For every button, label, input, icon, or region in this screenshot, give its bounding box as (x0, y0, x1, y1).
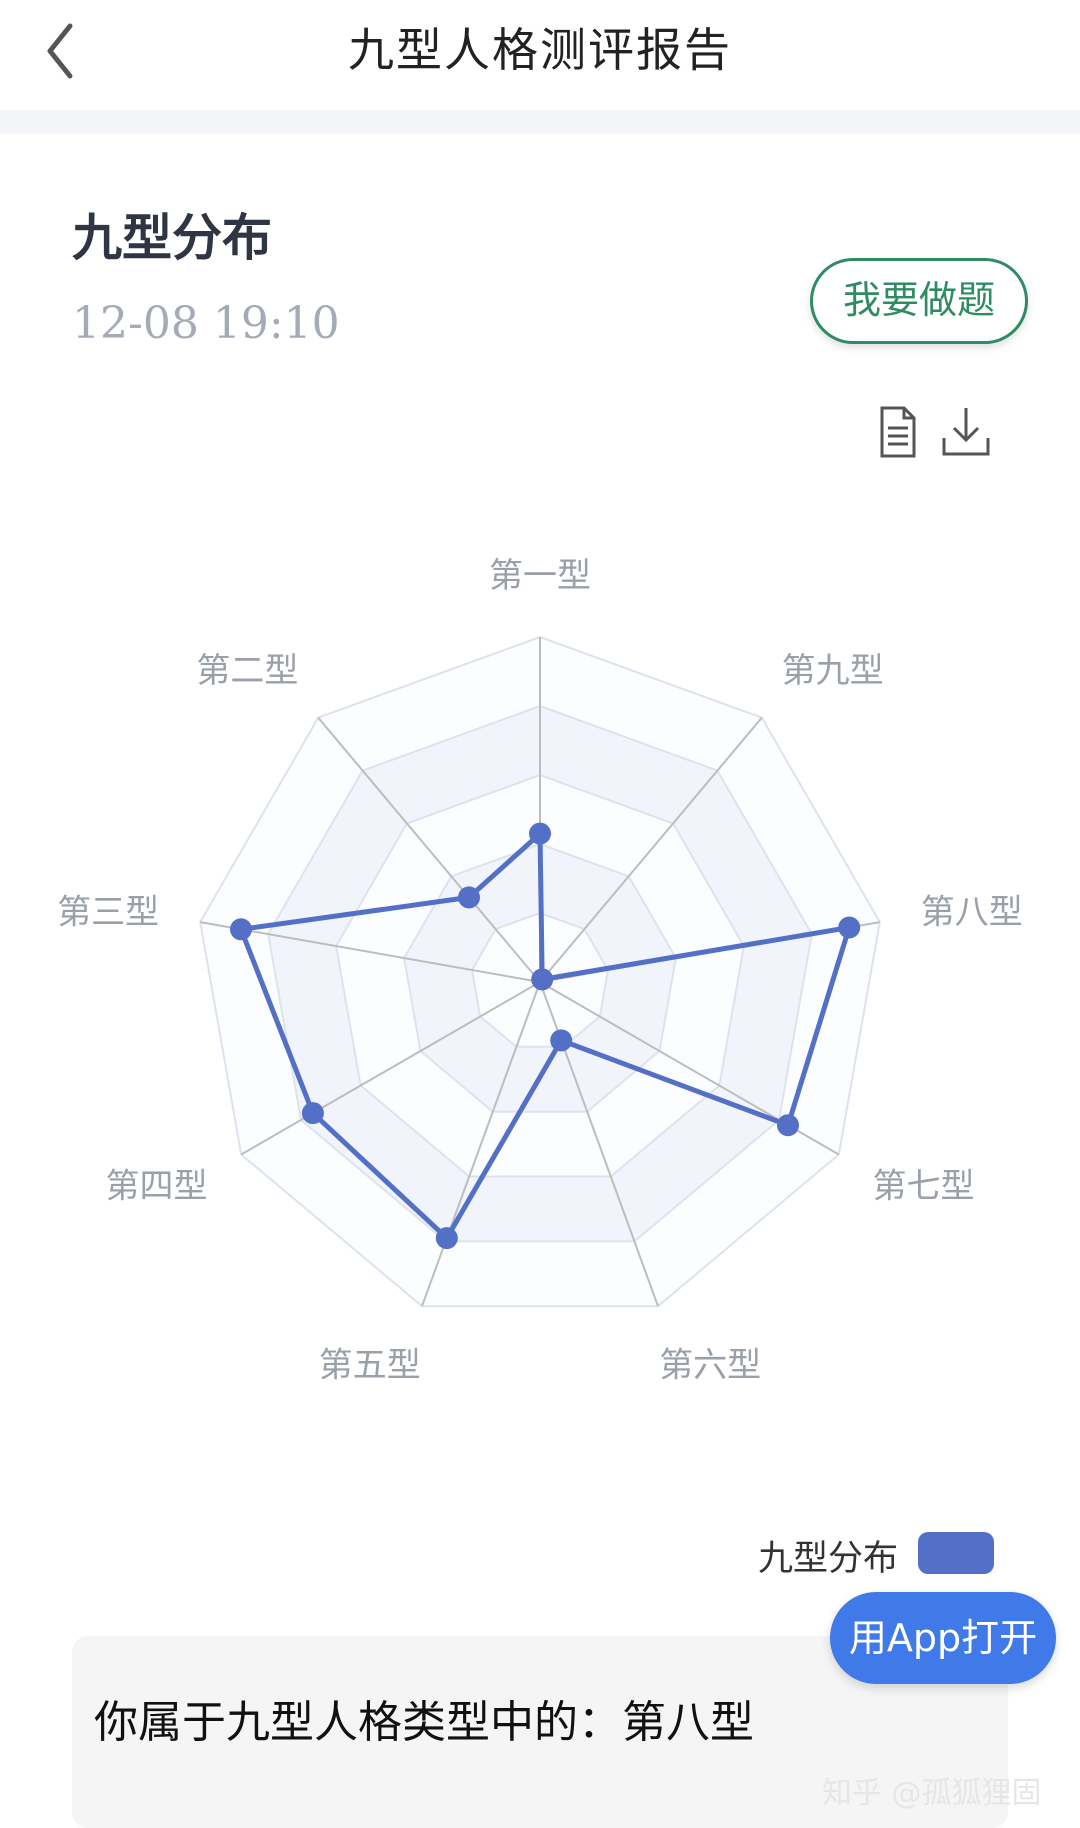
radar-point-5[interactable] (435, 1227, 458, 1250)
radar-axis-label: 第九型 (782, 651, 884, 691)
radar-axis-label: 第一型 (489, 556, 591, 596)
radar-axis-label: 第四型 (106, 1167, 208, 1207)
radar-axis-label: 第八型 (921, 892, 1023, 932)
radar-point-2[interactable] (458, 886, 480, 909)
radar-axis-label: 第六型 (659, 1346, 761, 1386)
radar-point-6[interactable] (550, 1029, 573, 1052)
radar-point-4[interactable] (301, 1102, 324, 1125)
radar-axis-label: 第七型 (873, 1167, 975, 1207)
open-in-app-button[interactable]: 用App打开 (830, 1592, 1056, 1684)
watermark: 知乎 @孤狐狸固 (822, 1776, 1042, 1811)
radar-point-7[interactable] (777, 1114, 799, 1137)
radar-axis-label: 第二型 (196, 651, 298, 691)
do-quiz-button[interactable]: 我要做题 (810, 258, 1028, 344)
radar-axis-label: 第五型 (319, 1346, 421, 1386)
report-timestamp: 12-08 19:10 (72, 298, 340, 349)
download-icon[interactable] (936, 402, 996, 462)
radar-point-3[interactable] (230, 918, 252, 941)
legend-label[interactable]: 九型分布 (758, 1530, 898, 1581)
result-text: 你属于九型人格类型中的：第八型 (94, 1697, 754, 1748)
document-icon[interactable] (868, 402, 928, 462)
radar-chart: 第一型第二型第三型第四型第五型 第六型 第七型 第八型 第九型 (57, 556, 1023, 1386)
top-bar: 九型人格测评报告 (0, 0, 1080, 110)
header-divider (0, 110, 1080, 134)
radar-point-1[interactable] (529, 822, 551, 845)
page-title: 九型人格测评报告 (348, 23, 732, 77)
legend-swatch[interactable] (918, 1532, 994, 1574)
radar-axis-label: 第三型 (57, 892, 159, 932)
radar-point-8[interactable] (838, 916, 861, 939)
section-title: 九型分布 (72, 209, 272, 267)
radar-point-9[interactable] (531, 968, 554, 991)
